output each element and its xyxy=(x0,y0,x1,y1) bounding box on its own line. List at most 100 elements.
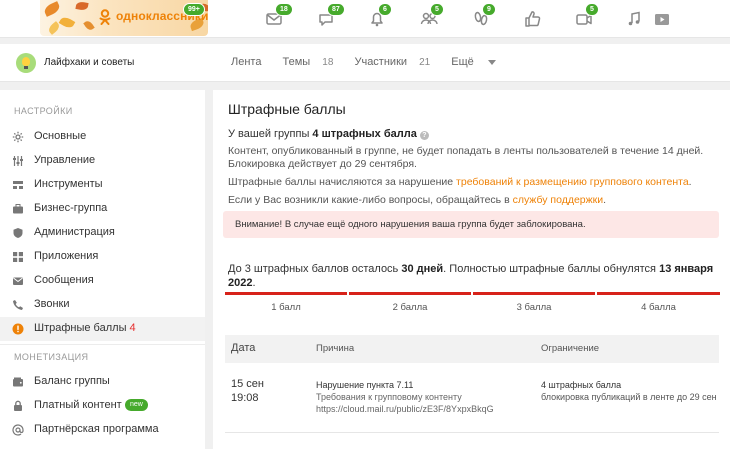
sidebar-item-label: Бизнес-группа xyxy=(34,202,108,214)
warning-icon xyxy=(12,323,24,335)
penalty-step: 4 балла xyxy=(597,292,720,322)
video-icon[interactable]: 5 xyxy=(574,3,599,29)
description-line: Контент, опубликованный в группе, не буд… xyxy=(228,145,704,157)
days-mid: . Полностью штрафные баллы обнулятся xyxy=(443,263,660,275)
logo-notification-badge: 99+ xyxy=(183,3,205,16)
settings-section-header: НАСТРОЙКИ xyxy=(14,106,73,116)
sidebar-item-label: Сообщения xyxy=(34,274,94,286)
sidebar-item-tools[interactable]: Инструменты xyxy=(0,173,205,197)
support-link[interactable]: службу поддержки xyxy=(513,194,604,206)
reason-subtitle: Требования к групповому контенту xyxy=(316,392,462,402)
sidebar-item-messages[interactable]: Сообщения xyxy=(0,269,205,293)
support-prefix: Если у Вас возникли какие-либо вопросы, … xyxy=(228,194,513,206)
rules-text: Штрафные баллы начисляются за нарушение … xyxy=(228,176,692,189)
penalty-step-bar xyxy=(597,292,720,295)
help-icon[interactable]: ? xyxy=(419,131,429,140)
apps-icon xyxy=(13,252,23,262)
sidebar-item-partner-program[interactable]: Партнёрская программа xyxy=(0,418,205,442)
sidebar-item-label: Администрация xyxy=(34,226,115,238)
top-bar: одноклассники 99+ 18 87 6 5 9 5 xyxy=(0,0,730,38)
penalty-count: 4 xyxy=(129,322,136,334)
monetization-section-header: МОНЕТИЗАЦИЯ xyxy=(14,352,89,362)
table-header: Дата Причина Ограничение xyxy=(225,335,719,363)
lightbulb-icon xyxy=(22,57,30,66)
column-limit: Ограничение xyxy=(541,343,600,354)
briefcase-icon xyxy=(13,204,23,214)
sidebar-item-apps[interactable]: Приложения xyxy=(0,245,205,269)
penalty-points-panel: Штрафные баллы У вашей группы 4 штрафных… xyxy=(213,90,730,449)
wallet-icon xyxy=(13,377,23,387)
rules-prefix: Штрафные баллы начисляются за нарушение xyxy=(228,176,457,188)
ok-logo-icon xyxy=(99,9,111,25)
penalty-step-label: 1 балл xyxy=(271,302,301,313)
penalty-step: 1 балл xyxy=(225,292,347,322)
guests-badge: 9 xyxy=(482,3,496,16)
sidebar-item-text: Штрафные баллы xyxy=(34,322,127,334)
row-limit: 4 штрафных балла блокировка публикаций в… xyxy=(541,379,717,403)
row-date-day: 15 сен xyxy=(231,378,264,390)
sidebar-divider xyxy=(0,344,205,345)
discussions-icon[interactable]: 87 xyxy=(316,3,345,29)
mail-icon xyxy=(13,277,23,285)
column-date: Дата xyxy=(231,342,256,354)
sidebar-item-group-balance[interactable]: Баланс группы xyxy=(0,370,205,394)
sidebar-item-label: Приложения xyxy=(34,250,99,262)
tab-members[interactable]: Участники 21 xyxy=(354,56,439,68)
group-name[interactable]: Лайфхаки и советы xyxy=(44,57,134,68)
phone-icon xyxy=(13,300,23,310)
row-date: 15 сен 19:08 xyxy=(231,377,264,405)
autumn-leaf-decoration xyxy=(75,1,89,11)
sidebar-item-business[interactable]: Бизнес-группа xyxy=(0,197,205,221)
penalty-step-label: 4 балла xyxy=(641,302,676,313)
chevron-down-icon xyxy=(487,59,496,65)
row-date-time: 19:08 xyxy=(231,392,259,404)
sidebar-item-calls[interactable]: Звонки xyxy=(0,293,205,317)
penalty-step-bar xyxy=(225,292,347,295)
sidebar-item-penalty-points[interactable]: Штрафные баллы 4 xyxy=(0,317,205,341)
notifications-icon[interactable]: 6 xyxy=(367,3,392,29)
tab-topics[interactable]: Темы 18 xyxy=(283,56,343,68)
row-reason: Нарушение пункта 7.11 Требования к групп… xyxy=(316,379,494,415)
video-badge: 5 xyxy=(585,3,599,16)
sliders-icon xyxy=(13,156,23,166)
rules-suffix: . xyxy=(688,176,692,188)
guests-icon[interactable]: 9 xyxy=(471,3,496,29)
friends-icon[interactable]: 5 xyxy=(419,3,444,29)
messages-badge: 18 xyxy=(275,3,293,16)
support-text: Если у Вас возникли какие-либо вопросы, … xyxy=(228,194,606,207)
tab-label: Лента xyxy=(231,56,262,68)
shield-icon xyxy=(13,228,23,238)
events-icon[interactable] xyxy=(522,9,542,29)
sidebar-item-general[interactable]: Основные xyxy=(0,125,205,149)
autumn-leaf-decoration xyxy=(42,1,62,17)
settings-sidebar: НАСТРОЙКИ Основные Управление Инструмент… xyxy=(0,90,205,449)
tab-label: Участники xyxy=(354,56,408,68)
music-icon[interactable] xyxy=(624,9,644,29)
tools-icon xyxy=(13,181,23,189)
table-row: 15 сен 19:08 Нарушение пункта 7.11 Требо… xyxy=(225,375,719,425)
sidebar-item-label: Штрафные баллы 4 xyxy=(34,322,136,334)
tab-more[interactable]: Ещё xyxy=(451,56,505,68)
sidebar-item-management[interactable]: Управление xyxy=(0,149,205,173)
gear-icon xyxy=(12,131,24,143)
reset-info: До 3 штрафных баллов осталось 30 дней. П… xyxy=(228,262,718,290)
messages-icon[interactable]: 18 xyxy=(264,3,293,29)
play-icon[interactable] xyxy=(652,9,672,29)
friends-badge: 5 xyxy=(430,3,444,16)
group-header: Лайфхаки и советы Лента Темы 18 Участник… xyxy=(0,44,730,82)
penalty-step-label: 2 балла xyxy=(392,302,428,313)
sidebar-item-paid-content[interactable]: Платный контент new xyxy=(0,394,205,418)
lightbulb-base xyxy=(24,66,28,69)
sidebar-item-administration[interactable]: Администрация xyxy=(0,221,205,245)
penalty-summary: У вашей группы 4 штрафных балла ? xyxy=(228,128,429,141)
sidebar-item-label: Основные xyxy=(34,130,87,142)
group-avatar[interactable] xyxy=(16,53,36,73)
penalty-step-label: 3 балла xyxy=(516,302,552,313)
tab-feed[interactable]: Лента xyxy=(231,56,270,68)
tab-count: 21 xyxy=(419,57,431,68)
limit-title: 4 штрафных балла xyxy=(541,380,622,390)
content-requirements-link[interactable]: требований к размещению группового конте… xyxy=(456,176,689,188)
tab-label: Темы xyxy=(282,56,311,68)
summary-prefix: У вашей группы xyxy=(228,128,313,140)
autumn-leaf-decoration xyxy=(83,19,95,32)
